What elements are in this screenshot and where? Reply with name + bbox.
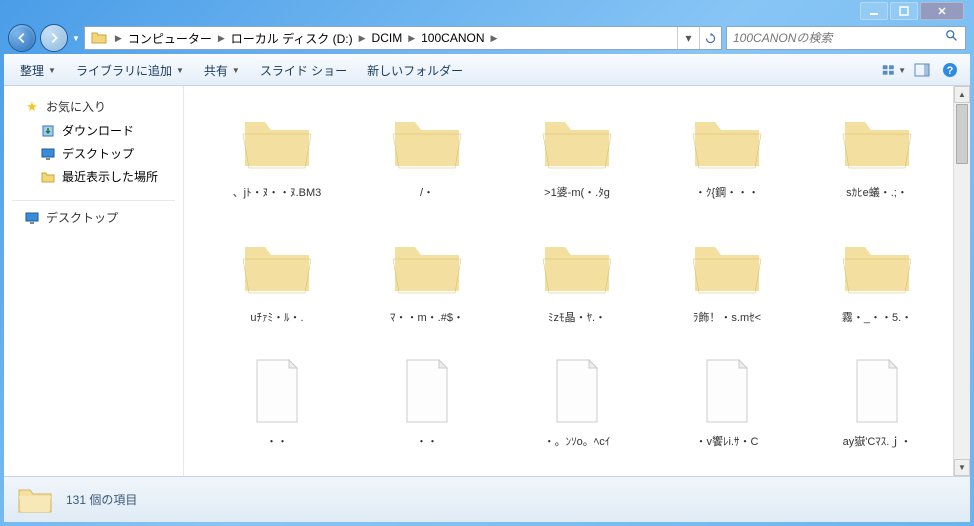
file-item[interactable]: ・。ﾝｿo。ﾍcｲ: [504, 347, 650, 464]
refresh-button[interactable]: [699, 27, 721, 49]
forward-button[interactable]: [40, 24, 68, 52]
share-button[interactable]: 共有▼: [196, 58, 248, 83]
item-label: sｶﾋe蟻・.;・: [846, 184, 908, 200]
item-label: ・ｸ{鋼・・・: [695, 184, 759, 200]
folder-item[interactable]: >1婆-m(・.ﾀg: [504, 98, 650, 215]
breadcrumb-item[interactable]: ローカル ディスク (D:): [227, 27, 357, 49]
item-label: ・。ﾝｿo。ﾍcｲ: [544, 433, 611, 449]
file-icon: [379, 351, 475, 431]
file-grid: 、jﾄ・ﾇ・・ﾇ.BM3 /・ >1婆-m(・.ﾀg ・ｸ{鋼・・・ sｶﾋe蟻・.;・…: [184, 86, 970, 476]
chevron-right-icon: ▶: [113, 33, 124, 44]
scroll-thumb[interactable]: [956, 104, 968, 164]
chevron-right-icon: ▶: [406, 33, 417, 44]
file-icon: [679, 351, 775, 431]
sidebar-downloads[interactable]: ダウンロード: [4, 119, 183, 142]
item-label: 霧・_・・5.・: [842, 309, 912, 325]
folder-item[interactable]: 、jﾄ・ﾇ・・ﾇ.BM3: [204, 98, 350, 215]
sidebar-desktop-fav[interactable]: デスクトップ: [4, 142, 183, 165]
folder-item[interactable]: ﾗ飾！・s.mｾ<: [654, 223, 800, 340]
sidebar-recent[interactable]: 最近表示した場所: [4, 165, 183, 188]
address-dropdown[interactable]: ▾: [677, 27, 699, 49]
folder-icon: [679, 227, 775, 307]
folder-item[interactable]: ﾐzﾓ晶・ﾔ.・: [504, 223, 650, 340]
search-input[interactable]: [733, 31, 945, 45]
file-item[interactable]: ・v饗ﾚi.ｻ・C: [654, 347, 800, 464]
item-label: ・・: [416, 433, 438, 449]
file-icon: [529, 351, 625, 431]
desktop-icon: [40, 146, 56, 162]
item-label: ・・: [266, 433, 288, 449]
toolbar: 整理▼ ライブラリに追加▼ 共有▼ スライド ショー 新しいフォルダー ▼ ?: [4, 54, 970, 86]
favorites-header[interactable]: ★お気に入り: [4, 94, 183, 119]
scrollbar[interactable]: ▲ ▼: [953, 86, 970, 476]
statusbar: 131 個の項目: [4, 476, 970, 522]
organize-button[interactable]: 整理▼: [12, 58, 64, 83]
item-label: ay嶽'Cﾏｽ.ｊ・: [843, 433, 912, 449]
item-label: ﾏ・・m・.#$・: [390, 309, 464, 325]
download-icon: [40, 123, 56, 139]
item-label: ﾐzﾓ晶・ﾔ.・: [548, 309, 606, 325]
folder-item[interactable]: uﾁｧﾐ・ﾙ・.: [204, 223, 350, 340]
view-button[interactable]: ▼: [882, 58, 906, 82]
file-item[interactable]: ・・: [354, 347, 500, 464]
item-label: >1婆-m(・.ﾀg: [544, 184, 610, 200]
new-folder-button[interactable]: 新しいフォルダー: [359, 58, 471, 83]
scroll-down-button[interactable]: ▼: [954, 459, 970, 476]
folder-icon: [679, 102, 775, 182]
item-label: ・v饗ﾚi.ｻ・C: [696, 433, 759, 449]
folder-icon: [379, 102, 475, 182]
svg-text:?: ?: [947, 65, 954, 77]
folder-item[interactable]: ﾏ・・m・.#$・: [354, 223, 500, 340]
add-library-button[interactable]: ライブラリに追加▼: [68, 58, 192, 83]
status-text: 131 個の項目: [66, 491, 137, 508]
item-label: /・: [420, 184, 434, 200]
breadcrumb-item[interactable]: DCIM: [368, 27, 407, 49]
folder-item[interactable]: /・: [354, 98, 500, 215]
minimize-button[interactable]: [860, 2, 888, 20]
scroll-up-button[interactable]: ▲: [954, 86, 970, 103]
address-bar[interactable]: ▶ コンピューター ▶ ローカル ディスク (D:) ▶ DCIM ▶ 100C…: [84, 26, 722, 50]
folder-icon: [229, 227, 325, 307]
back-button[interactable]: [8, 24, 36, 52]
file-item[interactable]: ay嶽'Cﾏｽ.ｊ・: [804, 347, 950, 464]
breadcrumb-item[interactable]: 100CANON: [417, 27, 488, 49]
slideshow-button[interactable]: スライド ショー: [252, 58, 355, 83]
maximize-button[interactable]: [890, 2, 918, 20]
item-label: ﾗ飾！・s.mｾ<: [693, 309, 761, 325]
help-button[interactable]: ?: [938, 58, 962, 82]
preview-pane-button[interactable]: [910, 58, 934, 82]
folder-item[interactable]: ・ｸ{鋼・・・: [654, 98, 800, 215]
star-icon: ★: [24, 99, 40, 115]
file-icon: [829, 351, 925, 431]
navbar: ▼ ▶ コンピューター ▶ ローカル ディスク (D:) ▶ DCIM ▶ 10…: [4, 22, 970, 54]
chevron-right-icon: ▶: [488, 33, 499, 44]
folder-icon: [529, 102, 625, 182]
search-box[interactable]: [726, 26, 966, 50]
history-dropdown[interactable]: ▼: [72, 34, 80, 43]
folder-icon: [229, 102, 325, 182]
folder-icon: [529, 227, 625, 307]
folder-icon: [379, 227, 475, 307]
folder-icon: [829, 102, 925, 182]
folder-icon: [89, 28, 109, 48]
desktop-icon: [24, 210, 40, 226]
close-button[interactable]: [920, 2, 964, 20]
breadcrumb-item[interactable]: コンピューター: [124, 27, 216, 49]
chevron-right-icon: ▶: [357, 33, 368, 44]
item-label: 、jﾄ・ﾇ・・ﾇ.BM3: [233, 184, 322, 200]
file-icon: [229, 351, 325, 431]
folder-item[interactable]: sｶﾋe蟻・.;・: [804, 98, 950, 215]
search-icon[interactable]: [945, 29, 959, 48]
titlebar: [4, 0, 970, 22]
folder-icon: [16, 484, 54, 516]
item-label: uﾁｧﾐ・ﾙ・.: [250, 309, 303, 325]
recent-icon: [40, 169, 56, 185]
chevron-right-icon: ▶: [216, 33, 227, 44]
folder-icon: [829, 227, 925, 307]
folder-item[interactable]: 霧・_・・5.・: [804, 223, 950, 340]
file-item[interactable]: ・・: [204, 347, 350, 464]
sidebar: ★お気に入り ダウンロード デスクトップ 最近表示した場所 デスクトップ: [4, 86, 184, 476]
sidebar-desktop[interactable]: デスクトップ: [4, 205, 183, 230]
